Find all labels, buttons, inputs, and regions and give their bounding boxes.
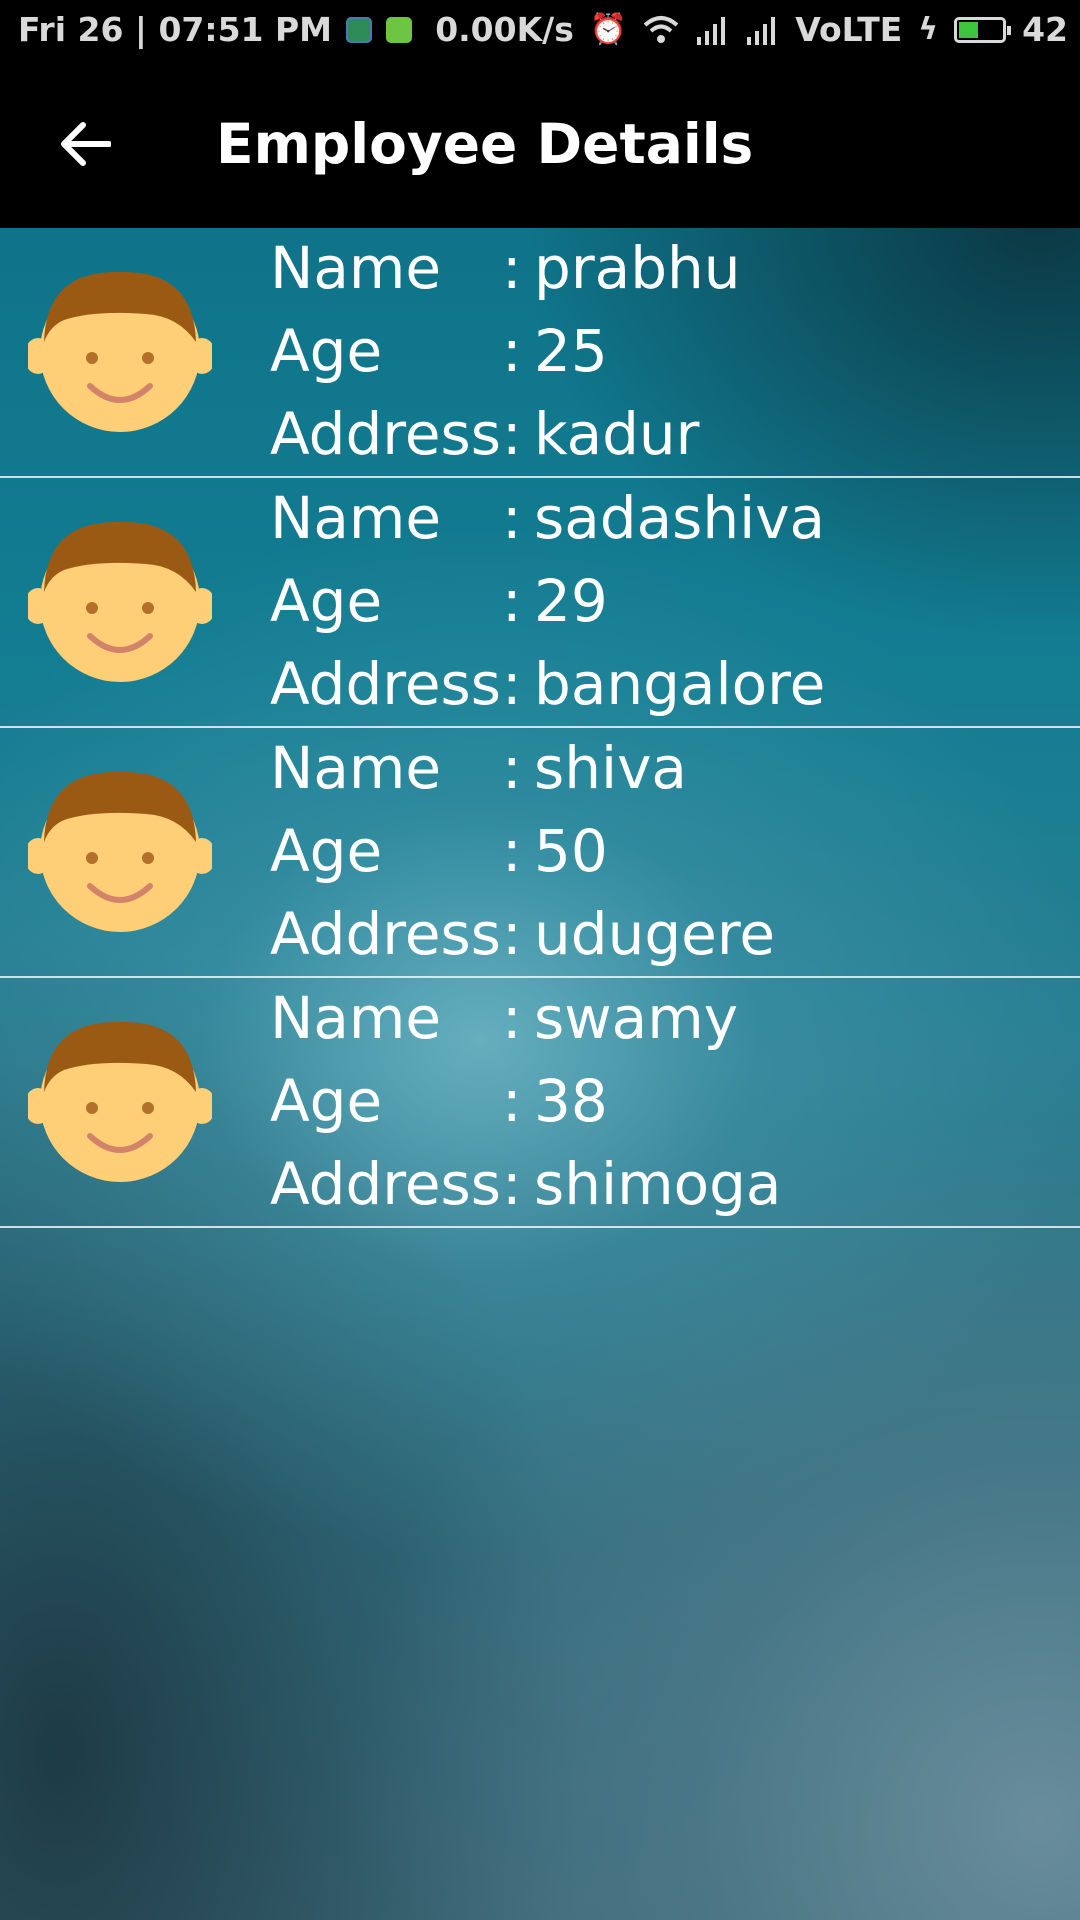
age-value: 25: [534, 317, 608, 385]
age-value: 29: [534, 567, 608, 635]
address-label: Address: [270, 400, 501, 468]
separator: :: [502, 817, 522, 885]
net-speed: 0.00K/s: [435, 10, 574, 49]
avatar: [28, 521, 212, 682]
alarm-icon: ⏰: [589, 12, 628, 47]
name-label: Name: [270, 484, 442, 552]
separator: :: [502, 1067, 522, 1135]
battery-icon: [954, 16, 1012, 43]
status-bar: Fri 26 | 07:51 PM 0.00K/s ⏰ VoLTE ϟ 42: [0, 0, 1080, 60]
avatar: [28, 271, 212, 432]
status-date-time: Fri 26 | 07:51 PM: [18, 10, 333, 49]
employee-address: Address: kadur: [270, 402, 700, 466]
name-label: Name: [270, 734, 442, 802]
employee-age: Age:29: [270, 569, 608, 633]
employee-address: Address: bangalore: [270, 652, 825, 716]
employee-list: Name: prabhu Age:25 Address: kadur Name: sa…: [0, 228, 1080, 1228]
employee-name: Name: shiva: [270, 736, 687, 800]
list-item[interactable]: Name: shiva Age:50 Address: udugere: [0, 728, 1080, 978]
employee-age: Age:38: [270, 1069, 608, 1133]
address-value: shimoga: [534, 1150, 782, 1218]
avatar: [28, 1021, 212, 1182]
signal-icon: [747, 16, 776, 45]
page-title: Employee Details: [216, 112, 754, 176]
name-label: Name: [270, 984, 442, 1052]
address-label: Address: [270, 1150, 501, 1218]
back-button[interactable]: [40, 108, 130, 180]
employee-age: Age:50: [270, 819, 608, 883]
age-label: Age: [270, 317, 383, 385]
separator: :: [502, 400, 522, 468]
avatar: [28, 771, 212, 932]
network-type: VoLTE: [795, 10, 903, 49]
android-icon: [386, 16, 413, 43]
address-label: Address: [270, 900, 501, 968]
battery-level: 42: [1022, 10, 1068, 49]
separator: :: [502, 900, 522, 968]
separator: :: [502, 484, 522, 552]
employee-address: Address: udugere: [270, 902, 775, 966]
age-value: 38: [534, 1067, 608, 1135]
age-label: Age: [270, 817, 383, 885]
list-item[interactable]: Name: swamy Age:38 Address: shimoga: [0, 978, 1080, 1228]
separator: :: [502, 1150, 522, 1218]
address-value: udugere: [534, 900, 776, 968]
address-value: bangalore: [534, 650, 826, 718]
name-value: prabhu: [534, 234, 741, 302]
wifi-icon: [643, 15, 679, 43]
employee-age: Age:25: [270, 319, 608, 383]
shield-app-icon: [346, 16, 373, 43]
name-value: sadashiva: [534, 484, 826, 552]
list-item[interactable]: Name: prabhu Age:25 Address: kadur: [0, 228, 1080, 478]
address-label: Address: [270, 650, 501, 718]
name-label: Name: [270, 234, 442, 302]
employee-name: Name: prabhu: [270, 236, 741, 300]
name-value: shiva: [534, 734, 687, 802]
separator: :: [502, 567, 522, 635]
separator: :: [502, 234, 522, 302]
address-value: kadur: [534, 400, 700, 468]
separator: :: [502, 317, 522, 385]
age-label: Age: [270, 1067, 383, 1135]
separator: :: [502, 984, 522, 1052]
app-bar: Employee Details: [0, 60, 1080, 228]
age-label: Age: [270, 567, 383, 635]
list-item[interactable]: Name: sadashiva Age:29 Address: bangalore: [0, 478, 1080, 728]
charging-icon: ϟ: [918, 12, 939, 47]
separator: :: [502, 734, 522, 802]
signal-icon: [697, 16, 726, 45]
age-value: 50: [534, 817, 608, 885]
separator: :: [502, 650, 522, 718]
employee-address: Address: shimoga: [270, 1152, 781, 1216]
arrow-left-icon: [61, 122, 111, 166]
name-value: swamy: [534, 984, 739, 1052]
employee-name: Name: swamy: [270, 986, 738, 1050]
employee-name: Name: sadashiva: [270, 486, 825, 550]
